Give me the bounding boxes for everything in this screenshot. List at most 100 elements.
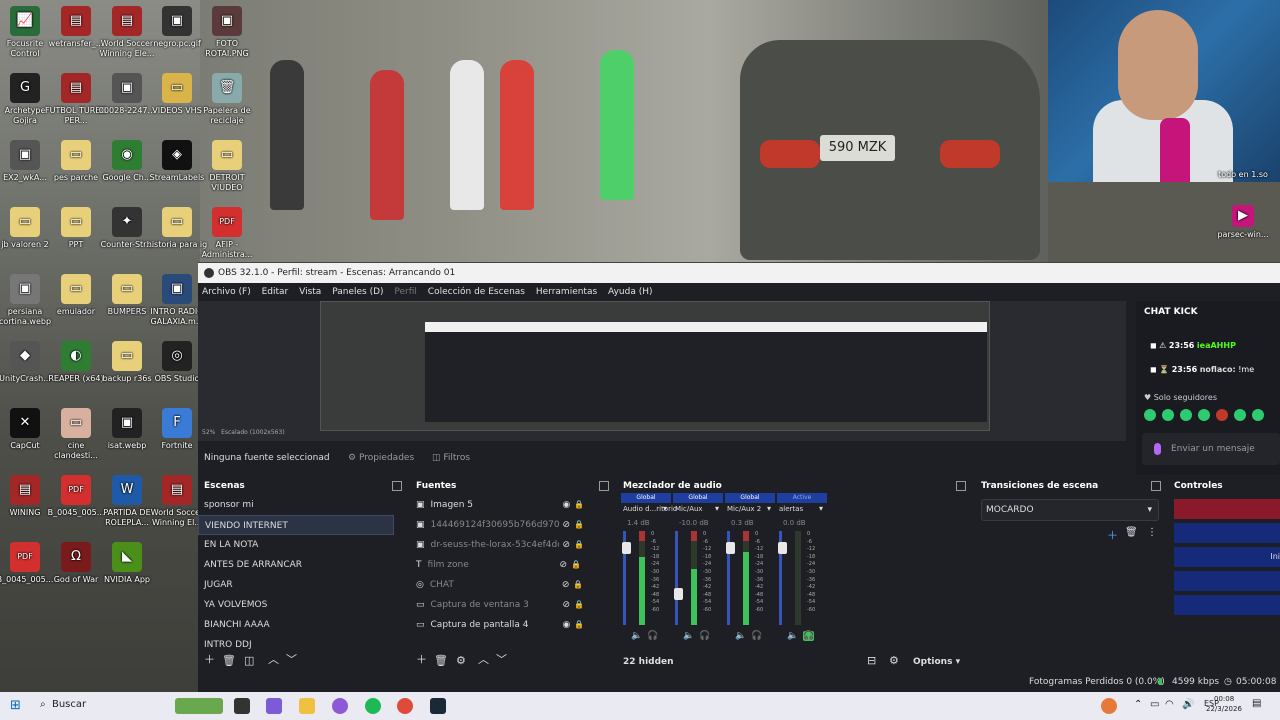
menu-perfil[interactable]: Perfil <box>394 287 417 297</box>
mixer-settings-icon[interactable]: ⚙ <box>889 654 899 667</box>
volume-fader[interactable] <box>778 531 787 625</box>
wifi-icon[interactable]: ◠ <box>1165 699 1174 710</box>
scene-item[interactable]: YA VOLVEMOS <box>198 595 394 615</box>
volume-fader[interactable] <box>726 531 735 625</box>
source-item[interactable]: Tfilm zone ⊘ 🔒 <box>410 555 600 575</box>
hidden-count[interactable]: 22 hidden <box>623 657 674 667</box>
volume-icon[interactable]: 🔊 <box>1182 699 1194 710</box>
menu-herramientas[interactable]: Herramientas <box>536 287 597 297</box>
obs-titlebar[interactable]: OBS 32.1.0 - Perfil: stream - Escenas: A… <box>198 263 1280 283</box>
lock-icon[interactable]: 🔒 <box>574 600 584 609</box>
scale-value[interactable]: Escalado (1002x563) <box>221 429 285 436</box>
desktop-icon[interactable]: ◣ NVIDIA App <box>96 542 158 585</box>
menu-archivo[interactable]: Archivo (F) <box>202 287 251 297</box>
obs-taskbar-icon[interactable] <box>234 698 250 714</box>
steam-icon[interactable] <box>430 698 446 714</box>
source-item[interactable]: ▭ Captura de ventana 3 ⊘ 🔒 <box>410 595 600 615</box>
lock-icon[interactable]: 🔒 <box>573 580 583 589</box>
chevron-down-icon[interactable]: ▾ <box>819 504 823 513</box>
move-up-button[interactable]: ︿ <box>268 651 279 667</box>
remove-source-button[interactable]: 🗑 <box>434 654 448 667</box>
lock-icon[interactable]: 🔒 <box>574 540 584 549</box>
source-item[interactable]: ▭ Captura de pantalla 4 ◉ 🔒 <box>410 615 600 635</box>
headphones-icon[interactable]: 🎧 <box>647 631 658 641</box>
transition-menu-button[interactable]: ⋮ <box>1147 527 1157 538</box>
fader-knob[interactable] <box>778 542 787 554</box>
source-settings-button[interactable]: ⚙ <box>456 654 466 667</box>
menu-paneles[interactable]: Paneles (D) <box>332 287 383 297</box>
emote-row[interactable] <box>1144 409 1280 423</box>
headphones-icon[interactable]: 🎧 <box>803 631 815 641</box>
tray-app-icon[interactable] <box>1101 698 1117 714</box>
fader-knob[interactable] <box>674 588 683 600</box>
lock-icon[interactable]: 🔒 <box>571 560 581 569</box>
desktop-icon[interactable]: todo en 1.so <box>1212 170 1274 180</box>
popout-icon[interactable] <box>599 481 609 491</box>
search-highlight-image[interactable] <box>175 698 223 714</box>
spotify-icon[interactable] <box>365 698 381 714</box>
scene-item[interactable]: ANTES DE ARRANCAR <box>198 555 394 575</box>
channel-name[interactable]: Mic/Aux 2 <box>727 505 761 513</box>
popout-icon[interactable] <box>1151 481 1161 491</box>
options-button[interactable]: Options ▾ <box>913 657 960 667</box>
clock-date[interactable]: 22/3/2026 <box>1206 705 1242 713</box>
add-transition-button[interactable]: ＋ <box>1107 527 1118 543</box>
scene-item[interactable]: BIANCHI AAAA <box>198 615 394 635</box>
studio-mode-button[interactable] <box>1174 571 1280 591</box>
start-streaming-button[interactable] <box>1174 499 1280 519</box>
desktop-icon[interactable]: ▣ FOTO ROTAI.PNG <box>196 6 258 59</box>
windows-start-icon[interactable]: ⊞ <box>10 698 21 713</box>
menu-coleccion[interactable]: Colección de Escenas <box>428 287 525 297</box>
add-scene-button[interactable]: ＋ <box>204 651 215 667</box>
source-item[interactable]: ▣ dr-seuss-the-lorax-53c4ef4dc08ac ⊘🔒 <box>410 535 600 555</box>
zoom-value[interactable]: 52% <box>202 429 215 436</box>
volume-fader[interactable] <box>674 531 683 625</box>
lock-icon[interactable]: 🔒 <box>574 620 584 629</box>
channel-name[interactable]: alertas <box>779 505 803 513</box>
eye-hidden-icon[interactable]: ⊘ <box>562 580 570 590</box>
source-item[interactable]: ▣ 144469124f30695b766d97068bdb2 ⊘🔒 <box>410 515 600 535</box>
search-box[interactable]: ⌕ Buscar <box>40 699 86 710</box>
fader-knob[interactable] <box>726 542 735 554</box>
desktop-icon[interactable]: ▶ parsec-win... <box>1212 205 1274 240</box>
mixer-layout-icon[interactable]: ⊟ <box>867 654 876 667</box>
muted-speaker-icon[interactable]: 🔈 <box>787 631 798 641</box>
eye-icon[interactable]: ◉ <box>563 500 571 510</box>
channel-name[interactable]: Mic/Aux <box>675 505 703 513</box>
scene-item[interactable]: sponsor mi <box>198 495 394 515</box>
notification-icon[interactable]: ▤ <box>1252 698 1261 709</box>
start-recording-button[interactable] <box>1174 523 1280 543</box>
virtual-camera-button[interactable]: Ini <box>1174 547 1280 567</box>
chevron-down-icon[interactable]: ▾ <box>767 504 771 513</box>
chevron-down-icon[interactable]: ▾ <box>715 504 719 513</box>
scene-filters-button[interactable]: ◫ <box>244 654 254 667</box>
chevron-down-icon[interactable]: ▾ <box>663 504 667 513</box>
menu-editar[interactable]: Editar <box>262 287 289 297</box>
source-item[interactable]: ◎ CHAT ⊘ 🔒 <box>410 575 600 595</box>
speaker-icon[interactable]: 🔈 <box>735 631 746 641</box>
speaker-icon[interactable]: 🔈 <box>631 631 642 641</box>
move-down-button[interactable]: ﹀ <box>286 651 297 667</box>
channel-name[interactable]: Audio d...ritorio <box>623 505 677 513</box>
discord-icon[interactable] <box>332 698 348 714</box>
file-explorer-icon[interactable] <box>299 698 315 714</box>
copilot-icon[interactable] <box>266 698 282 714</box>
tray-overflow-icon[interactable]: ⌃ <box>1134 699 1142 710</box>
move-down-button[interactable]: ﹀ <box>496 651 507 667</box>
chrome-icon[interactable] <box>397 698 413 714</box>
preview-area[interactable]: 52% Escalado (1002x563) <box>198 301 1126 441</box>
scene-item[interactable]: VIENDO INTERNET <box>198 515 394 535</box>
scene-item[interactable]: EN LA NOTA <box>198 535 394 555</box>
headphones-icon[interactable]: 🎧 <box>751 631 762 641</box>
eye-hidden-icon[interactable]: ⊘ <box>560 560 568 570</box>
remove-transition-button[interactable]: 🗑 <box>1125 527 1138 538</box>
chat-send-input[interactable]: Enviar un mensaje <box>1142 433 1280 465</box>
clock-time[interactable]: 00:08 <box>1214 695 1234 703</box>
source-item[interactable]: ▣ Imagen 5 ◉ 🔒 <box>410 495 600 515</box>
speaker-icon[interactable]: 🔈 <box>683 631 694 641</box>
eye-hidden-icon[interactable]: ⊘ <box>563 540 571 550</box>
lock-icon[interactable]: 🔒 <box>574 520 584 529</box>
headphones-icon[interactable]: 🎧 <box>699 631 710 641</box>
scene-item[interactable]: JUGAR <box>198 575 394 595</box>
volume-fader[interactable] <box>622 531 631 625</box>
